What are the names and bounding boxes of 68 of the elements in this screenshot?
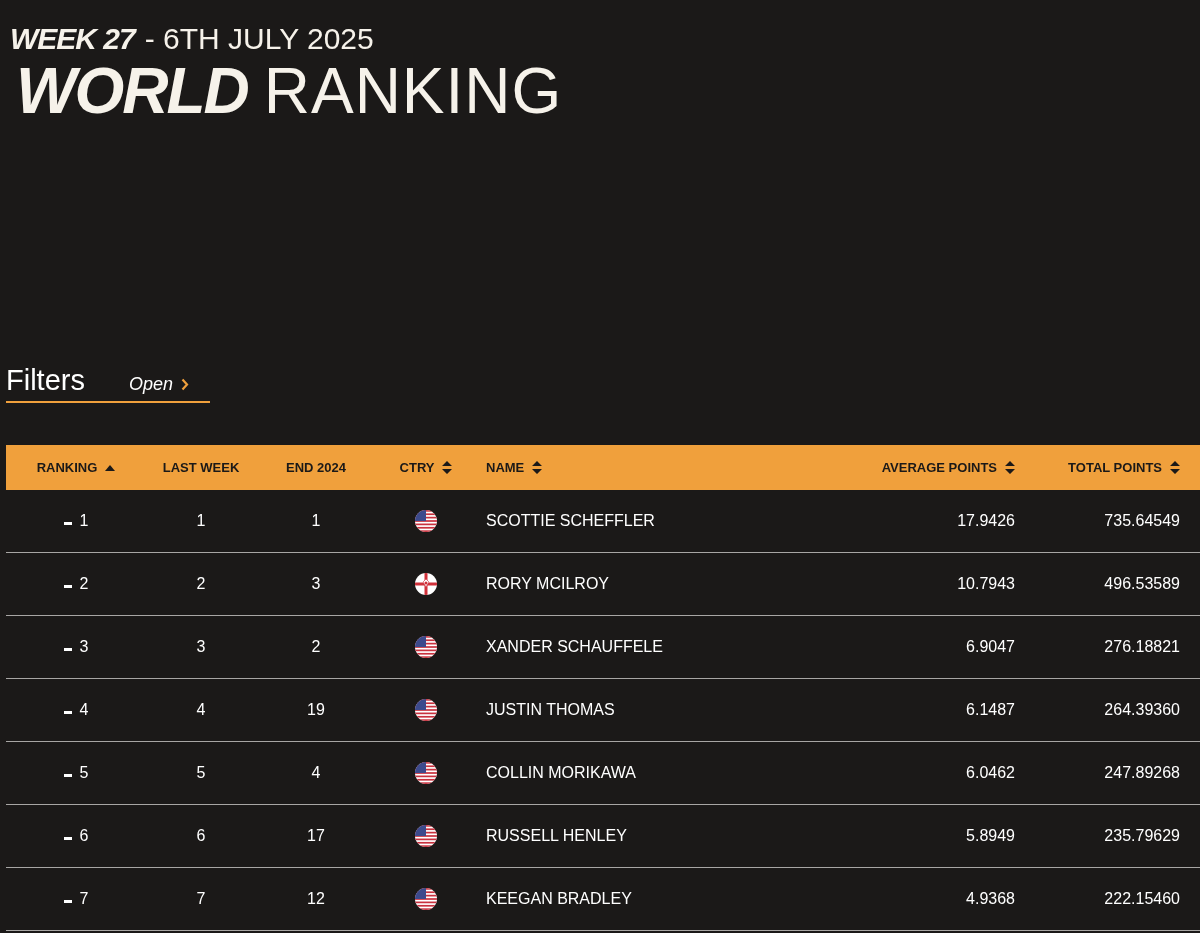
column-header[interactable]: AVERAGE POINTS (881, 460, 997, 476)
player-name[interactable]: XANDER SCHAUFFELE (486, 638, 663, 657)
average-points-cell: 4.9368 (966, 890, 1015, 909)
last-week-cell: 7 (196, 890, 206, 909)
sort-icon[interactable] (442, 461, 453, 475)
average-points-cell: 10.7943 (957, 575, 1015, 594)
total-points-cell: 496.53589 (1104, 575, 1180, 594)
page-title: WORLD (16, 56, 248, 127)
column-header[interactable]: NAME (486, 460, 525, 476)
player-name[interactable]: SCOTTIE SCHEFFLER (486, 512, 655, 531)
player-name[interactable]: COLLIN MORIKAWA (486, 764, 636, 783)
end-2024-cell: 12 (307, 890, 325, 909)
player-name[interactable]: JUSTIN THOMAS (486, 701, 615, 720)
usa-flag-icon (415, 762, 437, 785)
ranking-cell: 6 (79, 827, 89, 846)
usa-flag-icon (415, 636, 437, 659)
sort-icon[interactable] (1170, 461, 1180, 475)
total-points-cell: 264.39360 (1104, 701, 1180, 720)
date-label: - 6TH JULY 2025 (144, 22, 374, 56)
ranking-cell: 4 (79, 701, 89, 720)
page-title: RANKING (263, 56, 563, 127)
sort-icon[interactable] (1005, 461, 1015, 475)
last-week-cell: 1 (196, 512, 206, 531)
end-2024-cell: 17 (307, 827, 325, 846)
column-header[interactable]: LAST WEEK (162, 460, 240, 476)
column-header[interactable]: TOTAL POINTS (1068, 460, 1162, 476)
northern-ireland-flag-icon (415, 573, 437, 596)
chevron-right-icon (181, 378, 189, 392)
average-points-cell: 5.8949 (966, 827, 1015, 846)
usa-flag-icon (415, 888, 437, 911)
ranking-cell: 3 (79, 638, 89, 657)
average-points-cell: 6.9047 (966, 638, 1015, 657)
last-week-cell: 4 (196, 701, 206, 720)
column-header[interactable]: RANKING (36, 460, 98, 476)
end-2024-cell: 1 (311, 512, 321, 531)
total-points-cell: 735.64549 (1104, 512, 1180, 531)
ranking-cell: 5 (79, 764, 89, 783)
total-points-cell: 235.79629 (1104, 827, 1180, 846)
total-points-cell: 276.18821 (1104, 638, 1180, 657)
player-name[interactable]: KEEGAN BRADLEY (486, 890, 632, 909)
ranking-cell: 2 (79, 575, 89, 594)
player-name[interactable]: RUSSELL HENLEY (486, 827, 627, 846)
total-points-cell: 222.15460 (1104, 890, 1180, 909)
ranking-cell: 1 (79, 512, 89, 531)
sort-ascending-icon[interactable] (105, 464, 116, 471)
end-2024-cell: 19 (307, 701, 325, 720)
end-2024-cell: 3 (311, 575, 321, 594)
player-name[interactable]: RORY MCILROY (486, 575, 609, 594)
open-filters-button[interactable]: Open (128, 374, 189, 396)
last-week-cell: 2 (196, 575, 206, 594)
average-points-cell: 17.9426 (957, 512, 1015, 531)
usa-flag-icon (415, 825, 437, 848)
end-2024-cell: 4 (311, 764, 321, 783)
last-week-cell: 6 (196, 827, 206, 846)
sort-icon[interactable] (532, 461, 543, 475)
average-points-cell: 6.1487 (966, 701, 1015, 720)
usa-flag-icon (415, 699, 437, 722)
last-week-cell: 5 (196, 764, 206, 783)
week-label: WEEK 27 (10, 22, 135, 56)
total-points-cell: 247.89268 (1104, 764, 1180, 783)
end-2024-cell: 2 (311, 638, 321, 657)
ranking-cell: 7 (79, 890, 89, 909)
last-week-cell: 3 (196, 638, 206, 657)
column-header[interactable]: END 2024 (286, 460, 346, 476)
filters-title: Filters (6, 364, 85, 398)
average-points-cell: 6.0462 (966, 764, 1015, 783)
usa-flag-icon (415, 510, 437, 533)
column-header[interactable]: CTRY (399, 460, 435, 476)
